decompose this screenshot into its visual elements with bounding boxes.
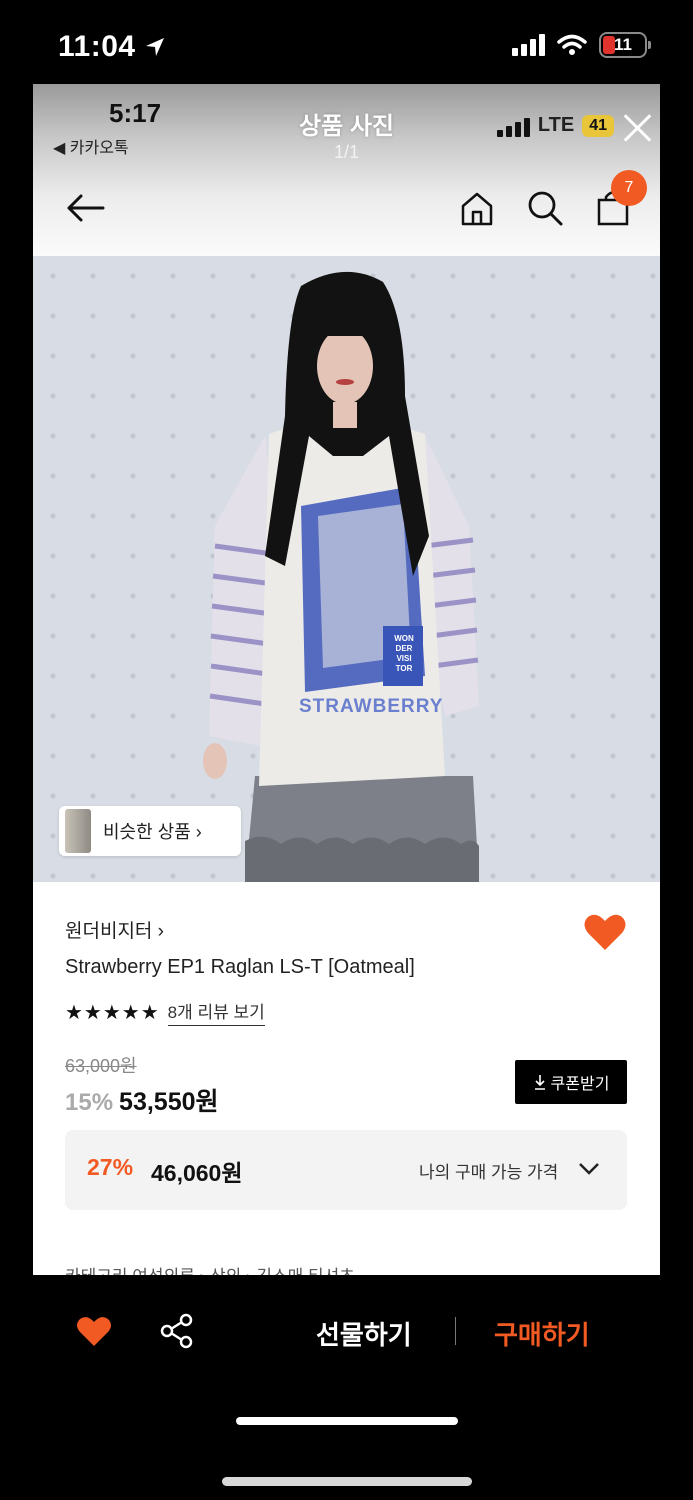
sale-price: 53,550원 xyxy=(119,1088,219,1116)
home-indicator[interactable] xyxy=(222,1477,472,1486)
tag-line: VISI xyxy=(396,654,412,663)
status-time: 11:04 xyxy=(58,30,166,64)
star-rating: ★★★★★ xyxy=(65,1001,160,1024)
similar-thumbnail xyxy=(65,809,91,853)
divider xyxy=(455,1317,456,1345)
gift-button[interactable]: 선물하기 xyxy=(316,1315,412,1352)
search-icon[interactable] xyxy=(525,188,565,228)
similar-products-label: 비슷한 상품 › xyxy=(103,822,202,842)
photo-counter: 1/1 xyxy=(333,142,360,162)
photo-viewer-title: 상품 사진 xyxy=(299,113,394,140)
product-name: Strawberry EP1 Raglan LS-T [Oatmeal] xyxy=(65,956,415,978)
home-icon[interactable] xyxy=(459,188,495,228)
status-time-text: 11:04 xyxy=(58,30,136,63)
reviews-link[interactable]: 8개 리뷰 보기 xyxy=(167,998,265,1026)
discount-percent: 15% xyxy=(65,1089,114,1116)
tag-line: TOR xyxy=(395,664,413,673)
my-price-label: 나의 구매 가능 가격 xyxy=(419,1163,559,1182)
category-breadcrumb: 카테고리 여성의류 › 상의 › 긴소매 티셔츠 xyxy=(65,1262,355,1275)
battery-level: 11 xyxy=(614,35,632,54)
location-arrow-icon xyxy=(145,38,164,56)
download-icon xyxy=(534,1075,545,1090)
signal-icon xyxy=(512,34,545,56)
my-discount-percent: 27% xyxy=(87,1154,134,1180)
my-price: 46,060원 xyxy=(151,1160,243,1186)
close-icon[interactable] xyxy=(620,110,656,146)
shirt-text-label: STRAWBERRY xyxy=(299,696,444,717)
cart-count-badge: 7 xyxy=(611,170,647,206)
shirt-tag: WON DER VISI TOR xyxy=(385,634,423,674)
tag-line: DER xyxy=(395,644,413,653)
product-photo[interactable]: STRAWBERRY WON DER VISI TOR 비슷한 상품 › xyxy=(33,256,660,882)
like-heart-icon[interactable] xyxy=(76,1315,112,1347)
wifi-icon xyxy=(557,34,587,55)
original-price: 63,000원 xyxy=(65,1056,137,1076)
model-illustration xyxy=(203,271,479,882)
buy-button[interactable]: 구매하기 xyxy=(494,1315,590,1352)
tag-line: WON xyxy=(394,634,414,643)
brand-link[interactable]: 원더비지터 › xyxy=(65,916,164,943)
status-bar: 11:04 11 xyxy=(0,0,693,84)
coupon-label: 쿠폰받기 xyxy=(550,1076,610,1093)
rating: ★★★★★ 8개 리뷰 보기 xyxy=(65,998,265,1026)
shirt-text: STRAWBERRY xyxy=(299,696,443,718)
similar-products-button[interactable]: 비슷한 상품 › xyxy=(59,806,241,856)
inner-home-indicator xyxy=(236,1417,458,1425)
my-price-box[interactable]: 27% 46,060원 나의 구매 가능 가격 xyxy=(65,1130,627,1210)
product-info: 원더비지터 › Strawberry EP1 Raglan LS-T [Oatm… xyxy=(33,882,660,1275)
discount-price: 15% 53,550원 xyxy=(65,1082,219,1118)
photo-viewer-header: 5:17 ◀ 카카오톡 LTE 41 상품 사진 1/1 7 xyxy=(33,84,660,256)
chevron-down-icon xyxy=(579,1163,599,1175)
product-screenshot: 5:17 ◀ 카카오톡 LTE 41 상품 사진 1/1 7 STRAWBERR… xyxy=(33,84,660,1275)
battery-icon: 11 xyxy=(599,32,651,58)
bottom-action-bar: 선물하기 구매하기 xyxy=(0,1275,693,1500)
wishlist-heart-icon[interactable] xyxy=(583,912,627,952)
share-icon[interactable] xyxy=(160,1313,194,1349)
coupon-button[interactable]: 쿠폰받기 xyxy=(515,1060,627,1104)
back-arrow-icon[interactable] xyxy=(63,188,107,228)
status-right: 11 xyxy=(512,32,651,58)
